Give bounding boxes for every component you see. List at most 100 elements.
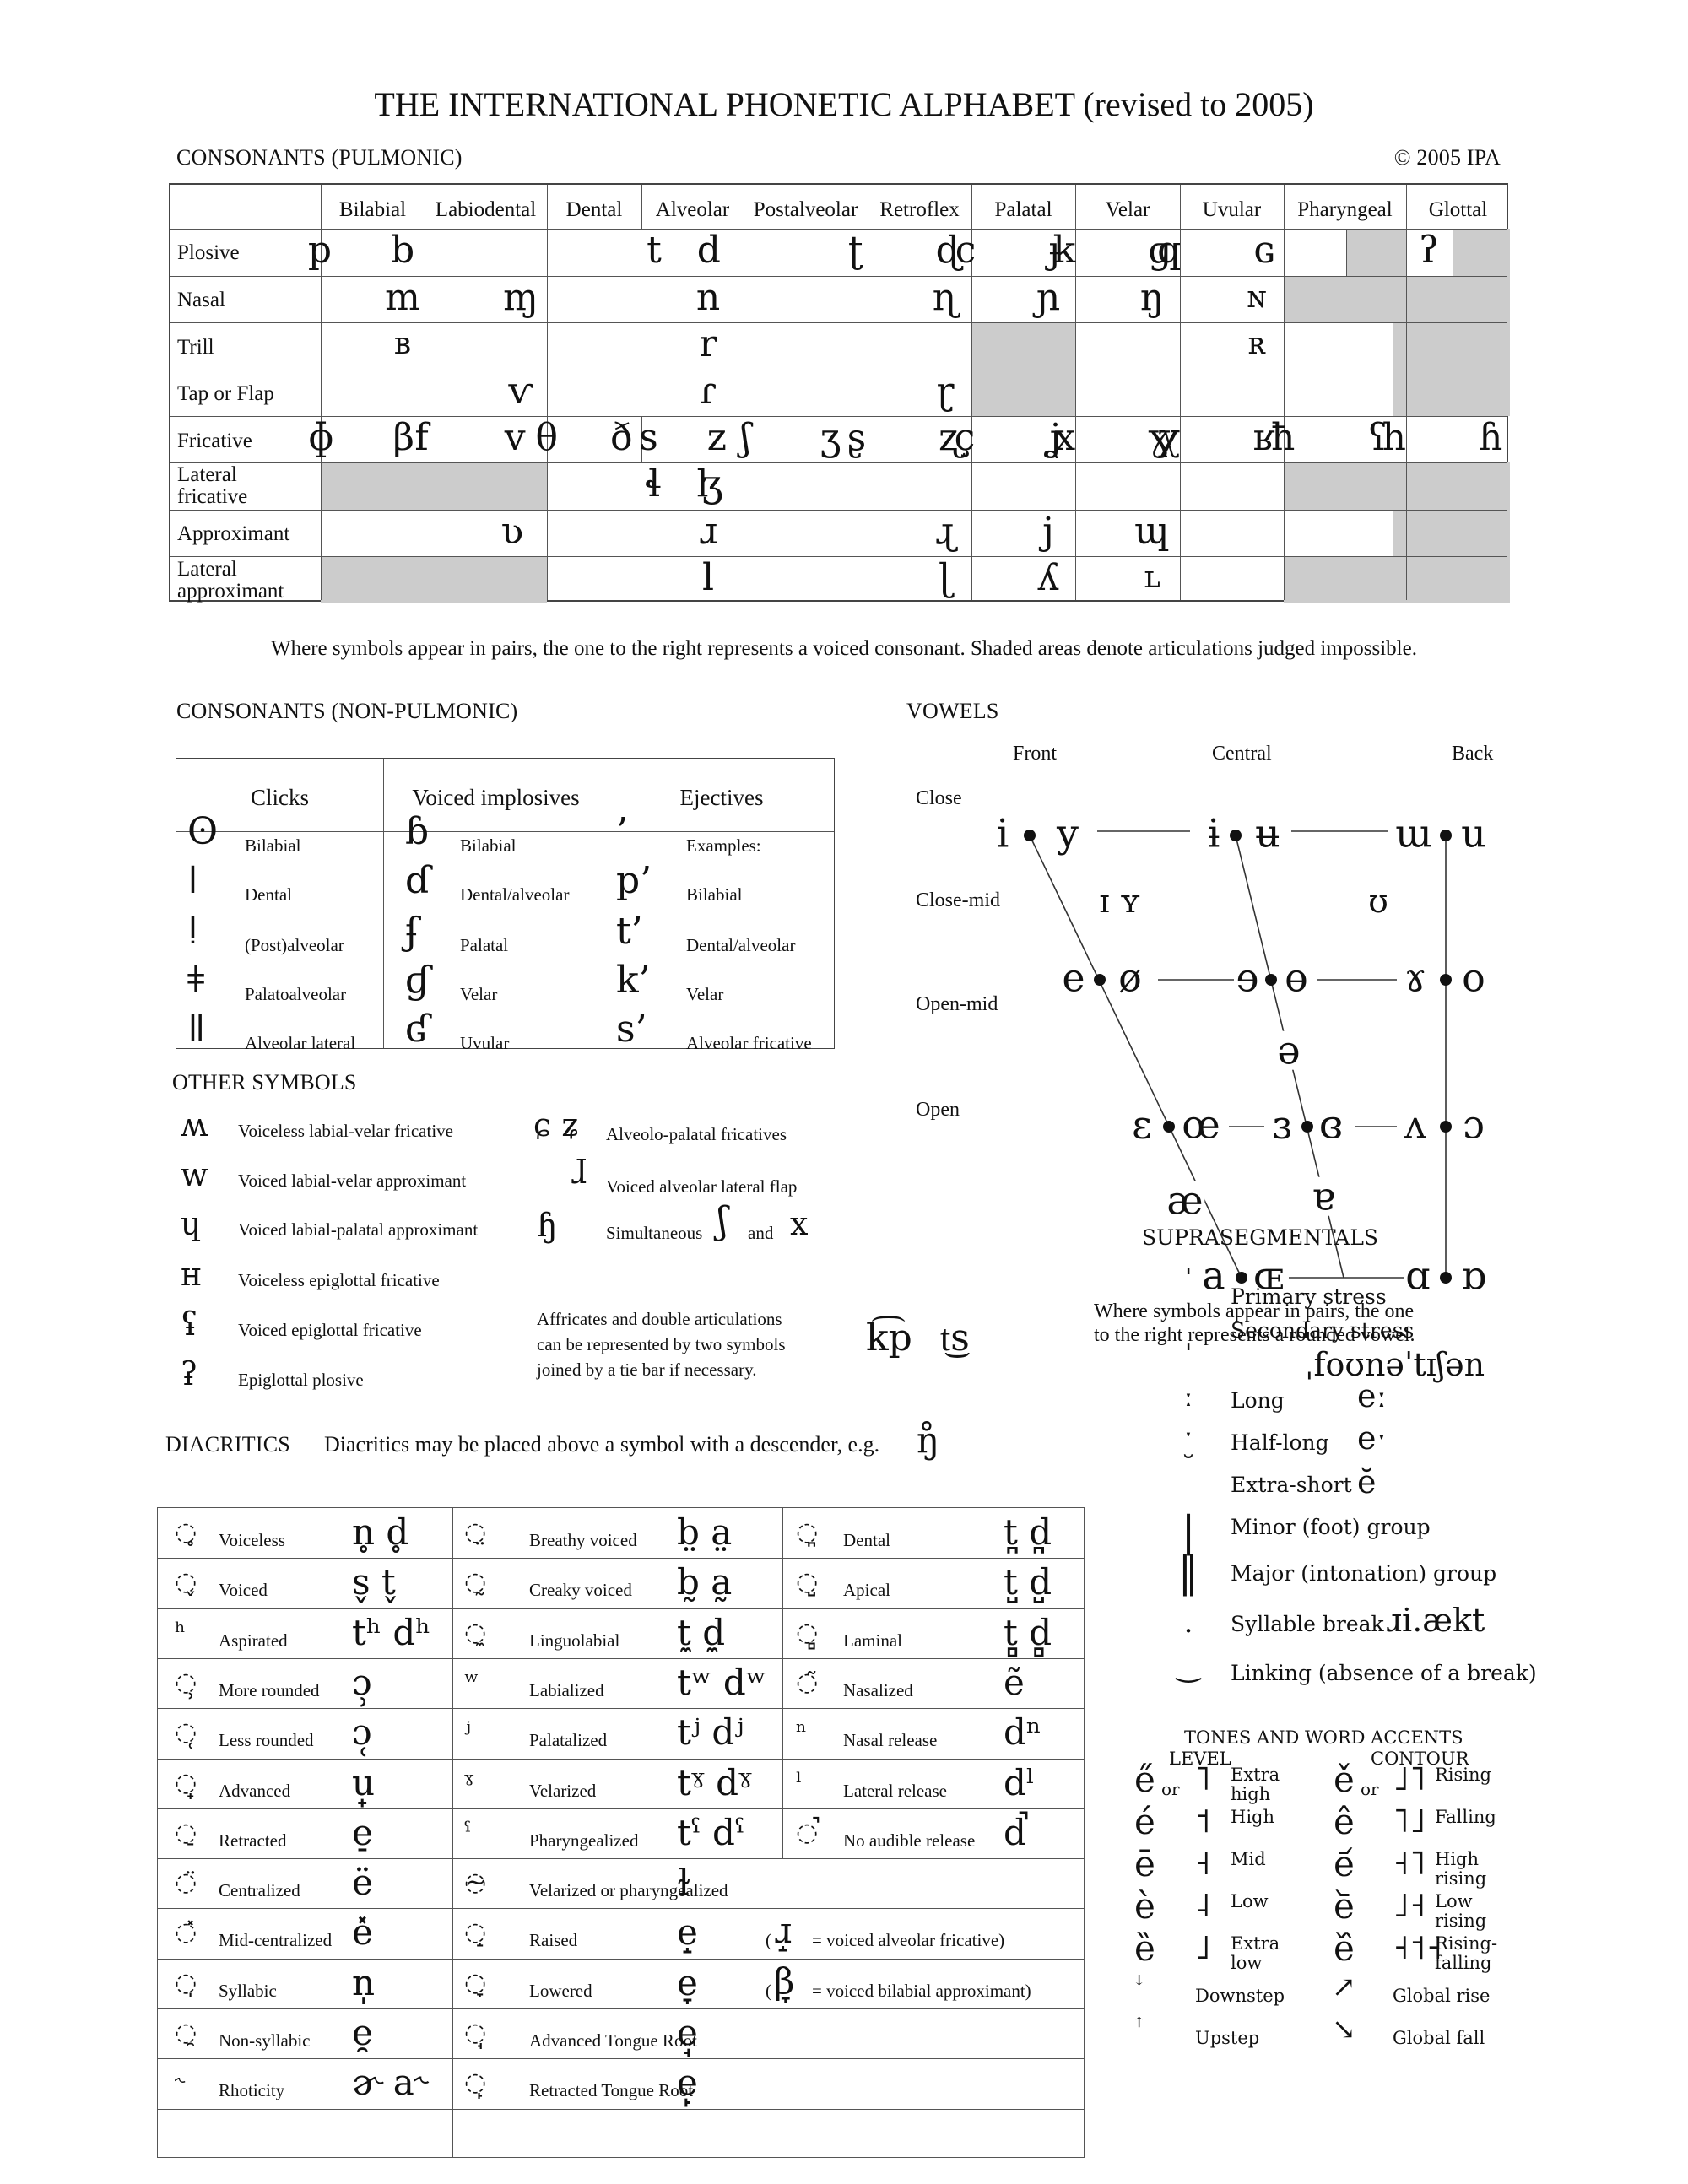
symbol-label: Voiceless labial-velar fricative: [238, 1121, 453, 1141]
suprasegmental-example: eː: [1357, 1377, 1388, 1414]
diacritic-example: ɹ̝: [774, 1910, 793, 1952]
diacritic-example: n̩: [352, 1961, 376, 2003]
tie-bar-example: k͡p: [866, 1316, 912, 1360]
suprasegmental-symbol: ː: [1183, 1380, 1193, 1414]
diacritic-label: Mid-centralized: [219, 1930, 333, 1951]
diacritic-mark: ʷ: [464, 1667, 479, 1697]
vowel-symbol: ʌ: [1403, 1101, 1428, 1148]
diacritic-example: t̻ d̻: [1004, 1611, 1052, 1653]
diacritic-mark: ʰ: [175, 1617, 186, 1647]
diacritic-label: Centralized: [219, 1880, 300, 1901]
vowel-dot: [1301, 1121, 1313, 1133]
diacritic-label: More rounded: [219, 1679, 320, 1700]
diacritic-mark: ◌̈: [175, 1868, 197, 1898]
suprasegmental-symbol: ˈ: [1184, 1263, 1193, 1297]
vowel-symbol: ɵ: [1283, 954, 1310, 1001]
vowel-column-label: Front: [1013, 743, 1058, 765]
affricate-note-line: joined by a tie bar if necessary.: [537, 1360, 757, 1380]
suprasegmental-symbol: ‖: [1177, 1548, 1199, 1597]
diacritics-subheading-example: ŋ̊: [917, 1419, 940, 1461]
paren-open: (: [766, 1980, 771, 2001]
diacritic-example: b̰ a̰: [677, 1561, 733, 1603]
diacritic-mark: ˞: [175, 2068, 186, 2098]
tone-arrow: ꜜ: [1134, 1970, 1144, 2000]
suprasegmental-label: Half-long: [1231, 1430, 1329, 1455]
vowel-row-label: Open-mid: [916, 993, 998, 1015]
diacritic-mark: ◌̪: [796, 1517, 819, 1547]
diacritic-mark: ◌̬: [175, 1567, 197, 1597]
diacritic-label: Voiced: [219, 1580, 268, 1601]
ipa-symbol: ʜ: [181, 1256, 203, 1293]
tone-letter-example: e᷈: [1334, 1927, 1355, 1969]
diacritic-mark: ◌̰: [464, 1567, 487, 1597]
tone-arrow: ꜛ: [1134, 2013, 1144, 2042]
diacritic-mark: ◌̘: [464, 2018, 487, 2047]
vowel-symbol: ɜ: [1270, 1101, 1294, 1148]
tone-letter-example: e᷄: [1334, 1843, 1355, 1884]
diacritic-example: tʲ dʲ: [677, 1711, 744, 1754]
diacritic-label: Breathy voiced: [529, 1530, 637, 1550]
vowel-dot: [1163, 1121, 1175, 1133]
diacritic-example: e̘: [677, 2012, 698, 2053]
vowel-symbol: ɨ: [1205, 810, 1222, 857]
diacritic-example: dⁿ: [1004, 1711, 1042, 1754]
ipa-symbol: w: [181, 1156, 208, 1193]
diacritic-example: d̚: [1004, 1811, 1026, 1853]
diacritic-mark: ⁿ: [796, 1717, 807, 1748]
tone-letter-example: e̋: [1134, 1759, 1155, 1800]
diacritic-example: ɔ̹: [352, 1661, 372, 1703]
diacritic-example: tˠ dˠ: [677, 1761, 752, 1803]
diacritic-mark: ˠ: [464, 1767, 474, 1797]
tone-bar: ˧˥: [1393, 1844, 1426, 1883]
diacritic-label: Lateral release: [843, 1780, 947, 1801]
vowel-symbol: ɘ: [1234, 954, 1261, 1001]
diacritic-mark: ◌̚: [796, 1817, 819, 1847]
ipa-symbol: ɕ ʑ: [533, 1106, 580, 1143]
diacritic-label: Advanced: [219, 1780, 291, 1801]
diacritic-label: Less rounded: [219, 1730, 314, 1751]
diacritic-label: Velarized or pharyngealized: [529, 1880, 728, 1901]
diacritic-label: Nasal release: [843, 1730, 938, 1751]
tone-label: Extra low: [1231, 1933, 1280, 1973]
tone-letter-example: ê: [1334, 1801, 1355, 1842]
tone-label: Global rise: [1393, 1986, 1491, 2006]
tone-label: Low: [1231, 1891, 1269, 1911]
suprasegmental-label: Linking (absence of a break): [1231, 1661, 1537, 1685]
diacritic-label: Rhoticity: [219, 2080, 285, 2101]
tone-label: High rising: [1435, 1849, 1487, 1889]
diacritic-example: e̙: [677, 2062, 698, 2104]
symbol-label: Voiced labial-velar approximant: [238, 1170, 467, 1191]
suprasegmental-symbol: ‿: [1177, 1650, 1200, 1684]
diacritic-example: b̤ a̤: [677, 1511, 733, 1553]
suprasegmental-label: Primary stress: [1231, 1284, 1387, 1309]
ipa-symbol: ɺ: [571, 1154, 587, 1191]
vowel-column-label: Back: [1452, 743, 1494, 765]
diacritic-mark: ◌̙: [464, 2068, 487, 2098]
vowel-symbol: ɯ: [1393, 810, 1434, 857]
diacritic-label: Syllabic: [219, 1980, 277, 2001]
tone-letter-example: ě: [1334, 1759, 1355, 1800]
vowel-symbol: i: [994, 810, 1011, 857]
vowel-symbol: ə: [1275, 1027, 1302, 1073]
diacritic-mark: ◌̃: [796, 1667, 819, 1697]
affricate-note: Affricates and double articulations can …: [537, 1306, 786, 1382]
tone-label: High: [1231, 1807, 1274, 1827]
diacritic-label: Nasalized: [843, 1679, 913, 1700]
suprasegmental-symbol: .: [1183, 1606, 1193, 1640]
vowel-symbol: y: [1055, 810, 1080, 857]
vowel-symbol: ɔ: [1461, 1101, 1486, 1148]
diacritic-mark: ʲ: [464, 1717, 471, 1748]
vowel-symbol: æ: [1165, 1177, 1205, 1224]
vowel-dot: [1440, 1272, 1452, 1284]
symbol-label: Voiced epiglottal fricative: [238, 1320, 422, 1340]
diacritic-mark: ◌̞: [464, 1967, 487, 1997]
diacritic-mark: ◌̻: [796, 1617, 819, 1647]
diacritic-example: β̞: [774, 1960, 795, 2002]
diacritic-mark: ◌̺: [796, 1567, 819, 1597]
diacritic-label: Retracted Tongue Root: [529, 2080, 694, 2101]
tone-bar: ˨: [1194, 1886, 1211, 1925]
diacritic-example: e̽: [352, 1911, 373, 1954]
diacritic-mark: ◌̼: [464, 1617, 487, 1647]
tone-letter-example: e᷅: [1334, 1885, 1355, 1927]
vowel-symbol: ʊ: [1366, 883, 1390, 921]
